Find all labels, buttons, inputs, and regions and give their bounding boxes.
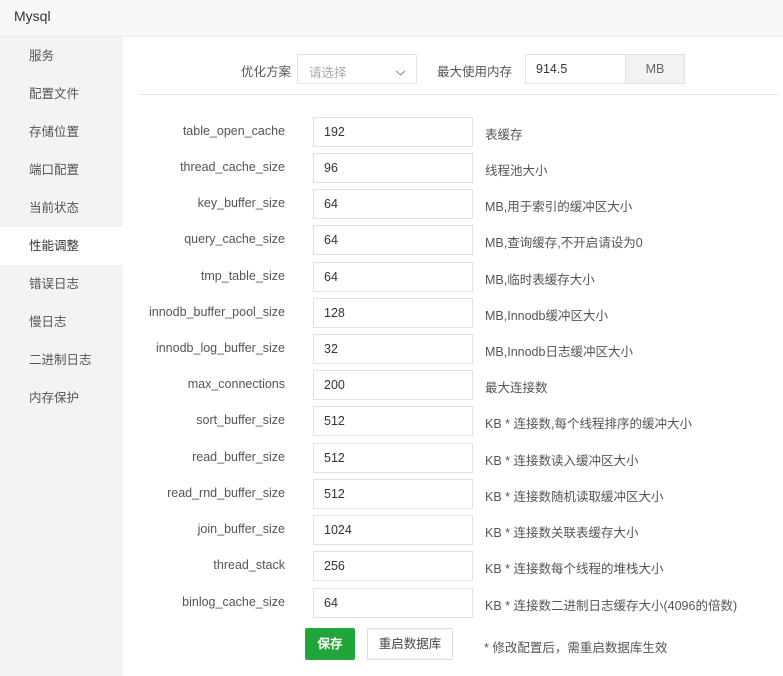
param-description: MB,Innodb日志缓冲区大小 (485, 345, 633, 359)
param-row: innodb_log_buffer_size 32 MB,Innodb日志缓冲区… (0, 334, 783, 364)
param-input[interactable]: 1024 (313, 515, 473, 545)
param-name: sort_buffer_size (196, 413, 285, 427)
param-input[interactable]: 64 (313, 225, 473, 255)
param-input[interactable]: 512 (313, 406, 473, 436)
param-description: 线程池大小 (485, 164, 548, 178)
sidebar-item-config-file[interactable]: 配置文件 (0, 75, 123, 113)
restart-note: * 修改配置后，需重启数据库生效 (484, 641, 668, 655)
param-input[interactable]: 512 (313, 443, 473, 473)
param-description: KB * 连接数二进制日志缓存大小(4096的倍数) (485, 599, 738, 613)
sidebar-item-service[interactable]: 服务 (0, 37, 123, 75)
param-description: 表缓存 (485, 128, 523, 142)
param-row: innodb_buffer_pool_size 128 MB,Innodb缓冲区… (0, 298, 783, 328)
memory-label: 最大使用内存 (437, 65, 513, 79)
param-input[interactable]: 32 (313, 334, 473, 364)
param-name: thread_cache_size (180, 160, 285, 174)
param-name: read_buffer_size (192, 450, 285, 464)
param-name: query_cache_size (184, 232, 285, 246)
divider (140, 94, 778, 95)
param-name: join_buffer_size (197, 522, 285, 536)
chevron-down-icon (395, 64, 406, 82)
param-input[interactable]: 192 (313, 117, 473, 147)
window-titlebar: Mysql (0, 0, 783, 37)
param-row: join_buffer_size 1024 KB * 连接数关联表缓存大小 (0, 515, 783, 545)
param-description: KB * 连接数关联表缓存大小 (485, 526, 639, 540)
param-name: innodb_log_buffer_size (155, 341, 285, 355)
param-name: max_connections (187, 377, 285, 391)
param-row: read_buffer_size 512 KB * 连接数读入缓冲区大小 (0, 443, 783, 473)
param-name: binlog_cache_size (182, 595, 285, 609)
param-row: key_buffer_size 64 MB,用于索引的缓冲区大小 (0, 189, 783, 219)
param-description: MB,Innodb缓冲区大小 (485, 309, 608, 323)
param-row: thread_cache_size 96 线程池大小 (0, 153, 783, 183)
window-title: Mysql (14, 8, 51, 24)
param-description: KB * 连接数随机读取缓冲区大小 (485, 490, 664, 504)
param-row: thread_stack 256 KB * 连接数每个线程的堆栈大小 (0, 551, 783, 581)
param-input[interactable]: 256 (313, 551, 473, 581)
param-name: key_buffer_size (197, 196, 285, 210)
param-name: read_rnd_buffer_size (167, 486, 285, 500)
scheme-label: 优化方案 (241, 65, 292, 79)
restart-database-button[interactable]: 重启数据库 (367, 628, 453, 660)
param-input[interactable]: 64 (313, 189, 473, 219)
memory-input[interactable]: 914.5 (525, 54, 625, 84)
scheme-select-placeholder: 请选择 (309, 66, 347, 80)
param-description: KB * 连接数每个线程的堆栈大小 (485, 562, 664, 576)
param-description: MB,用于索引的缓冲区大小 (485, 200, 633, 214)
param-description: MB,查询缓存,不开启请设为0 (485, 236, 643, 250)
param-input[interactable]: 64 (313, 588, 473, 618)
save-button[interactable]: 保存 (305, 628, 355, 660)
param-description: 最大连接数 (485, 381, 548, 395)
param-row: tmp_table_size 64 MB,临时表缓存大小 (0, 262, 783, 292)
param-input[interactable]: 128 (313, 298, 473, 328)
param-row: read_rnd_buffer_size 512 KB * 连接数随机读取缓冲区… (0, 479, 783, 509)
memory-unit: MB (625, 54, 685, 84)
param-row: binlog_cache_size 64 KB * 连接数二进制日志缓存大小(4… (0, 588, 783, 618)
param-row: query_cache_size 64 MB,查询缓存,不开启请设为0 (0, 225, 783, 255)
param-input[interactable]: 64 (313, 262, 473, 292)
param-description: MB,临时表缓存大小 (485, 273, 595, 287)
param-row: table_open_cache 192 表缓存 (0, 117, 783, 147)
param-name: table_open_cache (182, 124, 285, 138)
param-input[interactable]: 200 (313, 370, 473, 400)
param-input[interactable]: 96 (313, 153, 473, 183)
param-row: max_connections 200 最大连接数 (0, 370, 783, 400)
param-description: KB * 连接数读入缓冲区大小 (485, 454, 639, 468)
param-name: tmp_table_size (200, 269, 285, 283)
param-row: sort_buffer_size 512 KB * 连接数,每个线程排序的缓冲大… (0, 406, 783, 436)
param-name: innodb_buffer_pool_size (149, 305, 285, 319)
scheme-select[interactable]: 请选择 (297, 54, 417, 84)
param-name: thread_stack (213, 558, 285, 572)
param-description: KB * 连接数,每个线程排序的缓冲大小 (485, 417, 692, 431)
param-input[interactable]: 512 (313, 479, 473, 509)
